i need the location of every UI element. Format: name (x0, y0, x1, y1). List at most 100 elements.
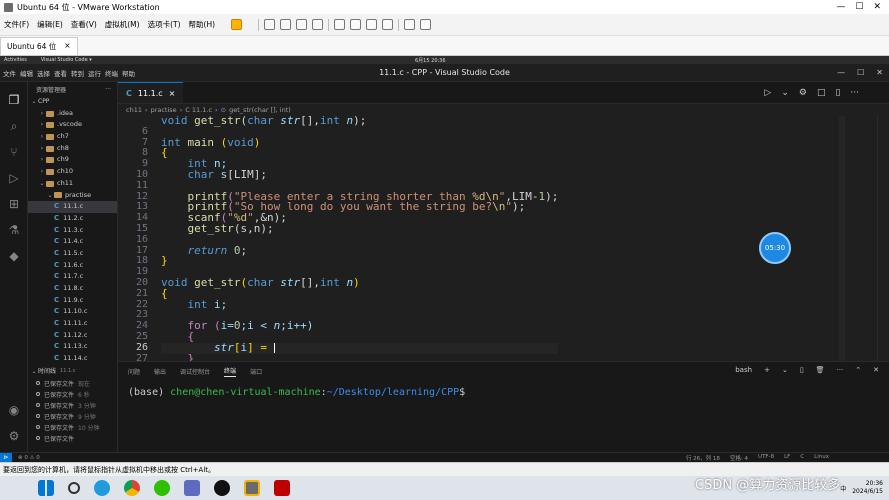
problems-status[interactable]: ⊗ 0 ⚠ 0 (18, 455, 40, 461)
tree-file[interactable]: C 11.13.c (28, 341, 117, 353)
vsc-menu-go[interactable]: 转到 (71, 68, 84, 78)
explorer-icon[interactable]: ❐ (6, 92, 22, 108)
revert-snapshot-icon[interactable] (296, 19, 308, 30)
platform[interactable]: Linux (814, 454, 829, 462)
run-debug-icon[interactable]: ▷ (6, 170, 22, 186)
explorer-more-icon[interactable]: ··· (105, 86, 117, 93)
vm-tab-close-icon[interactable]: × (64, 41, 70, 52)
editor-scrollbar[interactable] (877, 116, 889, 361)
tree-folder[interactable]: ⌄ practise (28, 190, 117, 202)
code-line[interactable]: char s[LIM]; (161, 169, 558, 181)
vsc-menu-help[interactable]: 帮助 (122, 68, 135, 78)
code-line[interactable]: int i; (161, 299, 558, 311)
menu-tabs[interactable]: 选项卡(T) (148, 19, 181, 30)
account-icon[interactable]: ◉ (6, 402, 22, 418)
ime-indicator[interactable]: 中 (840, 484, 846, 493)
tree-file[interactable]: C 11.9.c (28, 295, 117, 307)
chrome-icon[interactable] (124, 480, 140, 496)
code-line[interactable]: return 0; (161, 245, 558, 257)
terminal-profile-label[interactable]: bash (735, 366, 752, 374)
menu-view[interactable]: 查看(V) (71, 19, 97, 30)
code-line[interactable]: } (161, 353, 558, 361)
python-icon[interactable]: ◆ (6, 248, 22, 264)
vm-tab[interactable]: Ubuntu 64 位 × (0, 37, 78, 55)
line-ending[interactable]: LF (784, 454, 790, 462)
breadcrumb-item[interactable]: C 11.1.c (185, 106, 212, 114)
edge-icon[interactable] (94, 480, 110, 496)
minimize-button[interactable]: — (836, 2, 845, 12)
code-line[interactable]: str[i] = (161, 342, 559, 354)
windows-start-icon[interactable] (38, 480, 54, 496)
tree-file[interactable]: C 11.11.c (28, 318, 117, 330)
testing-icon[interactable]: ⚗ (6, 222, 22, 238)
vsc-menu-file[interactable]: 文件 (3, 68, 16, 78)
indentation[interactable]: 空格: 4 (730, 454, 748, 462)
code-line[interactable]: void get_str(char str[],int n) (161, 277, 558, 289)
tree-file[interactable]: C 11.4.c (28, 236, 117, 248)
tree-folder[interactable]: › ch10 (28, 166, 117, 178)
run-icon[interactable]: ▷ (764, 88, 771, 98)
send-keys-icon[interactable] (264, 19, 276, 30)
timeline-item[interactable]: 已保存文件 10 分钟 (28, 422, 117, 433)
tree-file[interactable]: C 11.5.c (28, 248, 117, 260)
snapshot-icon[interactable] (280, 19, 292, 30)
stretch-icon[interactable] (420, 19, 432, 30)
search-icon[interactable]: ⌕ (6, 118, 22, 134)
floating-timer[interactable]: 05:30 (759, 232, 791, 264)
tree-folder[interactable]: › ch9 (28, 154, 117, 166)
menu-help[interactable]: 帮助(H) (189, 19, 216, 30)
tab-debug-console[interactable]: 调试控制台 (180, 367, 210, 376)
manage-gear-icon[interactable]: ⚙ (6, 428, 22, 444)
tree-file[interactable]: C 11.7.c (28, 271, 117, 283)
tree-folder[interactable]: › .idea (28, 108, 117, 120)
new-terminal-icon[interactable]: + (764, 366, 770, 374)
vmware-icon[interactable] (244, 480, 260, 496)
cursor-position[interactable]: 行 26，列 18 (686, 454, 720, 462)
extensions-icon[interactable]: ⊞ (6, 196, 22, 212)
maximize-button[interactable]: ☐ (855, 2, 863, 12)
search-icon[interactable] (68, 482, 80, 494)
thumbnail-icon[interactable] (350, 19, 362, 30)
code-line[interactable]: void get_str(char str[],int n); (161, 116, 558, 127)
menu-file[interactable]: 文件(F) (4, 19, 29, 30)
active-app-menu[interactable]: Visual Studio Code ▾ (41, 57, 92, 63)
store-icon[interactable] (184, 480, 200, 496)
pause-icon[interactable] (231, 19, 243, 30)
vsc-menu-edit[interactable]: 编辑 (20, 68, 33, 78)
run-dropdown-icon[interactable]: ⌄ (781, 88, 789, 98)
wechat-icon[interactable] (154, 480, 170, 496)
terminal-dropdown-icon[interactable]: ⌄ (782, 366, 788, 374)
code-line[interactable]: for (i=0;i < n;i++) (161, 320, 558, 332)
library-icon[interactable] (334, 19, 346, 30)
code-area[interactable]: void get_str(char str[],int n); int main… (161, 116, 559, 361)
tree-folder[interactable]: › ch7 (28, 131, 117, 143)
settings-gear-icon[interactable]: ⚙ (799, 88, 807, 98)
language-mode[interactable]: C (800, 454, 804, 462)
tree-folder[interactable]: › ch8 (28, 143, 117, 155)
split-terminal-icon[interactable]: ▯ (800, 366, 804, 374)
close-panel-icon[interactable]: ✕ (873, 366, 879, 374)
workspace-root[interactable]: ⌄ CPP (28, 96, 117, 108)
tree-folder[interactable]: ⌄ ch11 (28, 178, 117, 190)
code-line[interactable]: int main (void) (161, 137, 558, 149)
snapshot-manager-icon[interactable] (312, 19, 324, 30)
editor-tab-close-icon[interactable]: × (169, 89, 176, 98)
tab-output[interactable]: 输出 (154, 367, 166, 376)
vsc-close-button[interactable]: ✕ (876, 68, 883, 77)
timeline-item[interactable]: 已保存文件 3 分钟 (28, 400, 117, 411)
single-window-icon[interactable] (366, 19, 378, 30)
vsc-maximize-button[interactable]: ☐ (857, 68, 864, 77)
tree-file[interactable]: C 11.12.c (28, 330, 117, 342)
split-editor-icon[interactable]: □ (817, 88, 826, 98)
timeline-item[interactable]: 已保存文件 现在 (28, 378, 117, 389)
tree-file[interactable]: C 11.10.c (28, 306, 117, 318)
filezilla-icon[interactable] (274, 480, 290, 496)
more-actions-icon[interactable]: ··· (850, 88, 859, 98)
editor-tab-active[interactable]: C 11.1.c × (118, 82, 184, 103)
timeline-item[interactable]: 已保存文件 9 分钟 (28, 411, 117, 422)
breadcrumb-item[interactable]: get_str(char [], int) (229, 106, 291, 114)
terminal-prompt-line[interactable]: (base) chen@chen-virtual-machine:~/Deskt… (128, 387, 465, 398)
tree-file[interactable]: C 11.3.c (28, 225, 117, 237)
menu-vm[interactable]: 虚拟机(M) (105, 19, 140, 30)
tree-file[interactable]: C 11.2.c (28, 213, 117, 225)
